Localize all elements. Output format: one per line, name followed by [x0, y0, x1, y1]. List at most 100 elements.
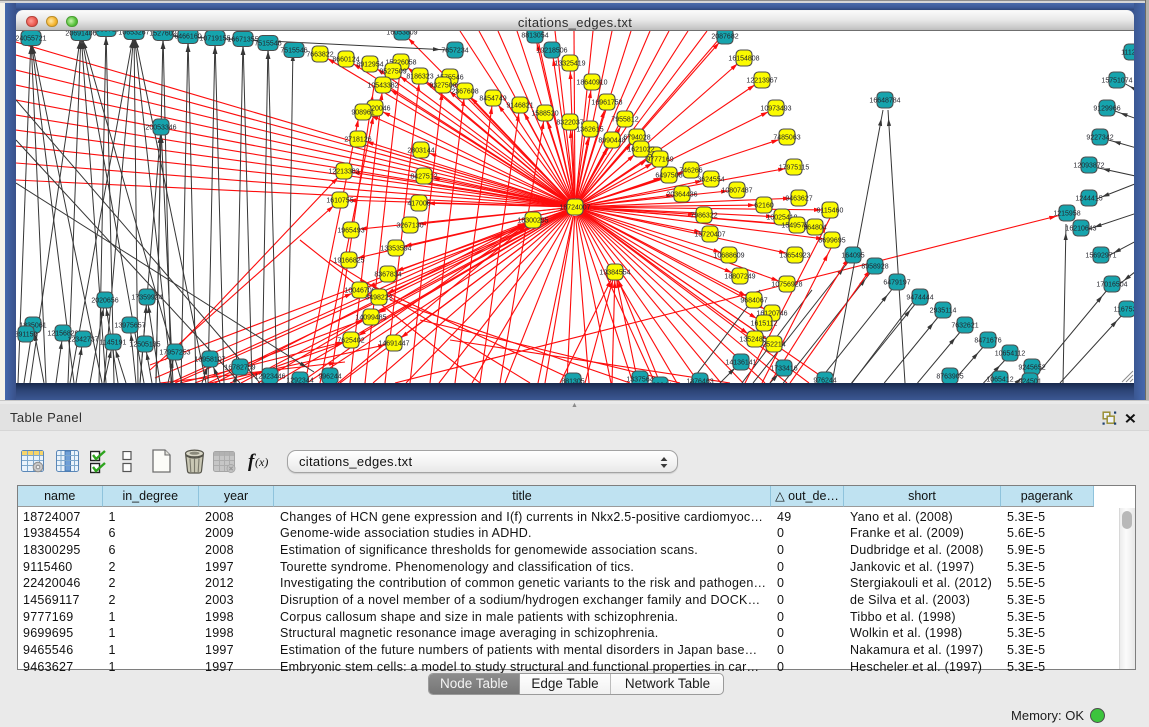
svg-text:20364436: 20364436 [666, 191, 697, 198]
svg-text:14099485: 14099485 [355, 314, 386, 321]
svg-text:1621022: 1621022 [627, 146, 654, 153]
svg-text:16961758: 16961758 [591, 99, 622, 106]
svg-text:2367608: 2367608 [451, 88, 478, 95]
svg-text:1610755: 1610755 [326, 197, 353, 204]
svg-text:9684067: 9684067 [740, 297, 767, 304]
svg-text:13353594: 13353594 [380, 245, 411, 252]
svg-text:7485063: 7485063 [773, 134, 800, 141]
svg-text:12505135: 12505135 [129, 341, 160, 348]
svg-text:6479197: 6479197 [883, 279, 910, 286]
svg-text:1167531: 1167531 [1114, 306, 1134, 313]
svg-text:976244: 976244 [813, 377, 836, 383]
svg-text:16154808: 16154808 [728, 55, 759, 62]
svg-text:20053346: 20053346 [145, 124, 176, 131]
svg-text:7986322: 7986322 [690, 212, 717, 219]
svg-text:964804: 964804 [803, 224, 826, 231]
svg-text:18300295: 18300295 [517, 217, 548, 224]
svg-text:19218506: 19218506 [536, 47, 567, 54]
svg-text:12923446: 12923446 [254, 373, 285, 380]
svg-text:3267130: 3267130 [396, 222, 423, 229]
svg-text:(x): (x) [255, 455, 268, 469]
svg-text:6466160: 6466160 [174, 33, 201, 40]
svg-text:10958107: 10958107 [194, 356, 225, 363]
svg-text:1903719: 1903719 [92, 31, 119, 33]
svg-text:10688609: 10688609 [713, 252, 744, 259]
svg-text:8990448: 8990448 [598, 137, 625, 144]
svg-text:13975657: 13975657 [114, 322, 145, 329]
svg-text:18807249: 18807249 [724, 273, 755, 280]
svg-text:1145191: 1145191 [100, 339, 127, 346]
svg-text:8912954: 8912954 [356, 61, 383, 68]
svg-text:19384554: 19384554 [599, 269, 630, 276]
svg-text:1527602: 1527602 [149, 31, 176, 37]
svg-text:24055721: 24055721 [16, 35, 47, 42]
svg-text:1965493: 1965493 [337, 227, 364, 234]
svg-text:8958928: 8958928 [861, 263, 888, 270]
svg-text:9115460: 9115460 [817, 207, 844, 214]
svg-text:17975115: 17975115 [779, 164, 810, 171]
svg-text:16782759: 16782759 [224, 364, 255, 371]
svg-text:9777169: 9777169 [646, 156, 673, 163]
svg-text:746266: 746266 [679, 167, 702, 174]
svg-text:2803144: 2803144 [407, 147, 434, 154]
svg-text:2935114: 2935114 [930, 307, 957, 314]
svg-text:9245652: 9245652 [1018, 364, 1045, 371]
svg-text:8454749: 8454749 [479, 95, 506, 102]
svg-text:7955812: 7955812 [611, 116, 638, 123]
svg-text:15751074: 15751074 [1101, 77, 1132, 84]
svg-text:8186323: 8186323 [406, 73, 433, 80]
svg-text:10807487: 10807487 [721, 187, 752, 194]
svg-text:62160: 62160 [754, 202, 774, 209]
svg-text:9227342: 9227342 [1086, 134, 1113, 141]
svg-text:1215958: 1215958 [1053, 210, 1080, 217]
svg-text:132044: 132044 [648, 382, 671, 383]
svg-text:16053809: 16053809 [386, 31, 417, 36]
svg-text:881305: 881305 [561, 378, 584, 383]
svg-text:3498222: 3498222 [365, 294, 392, 301]
svg-text:19166825: 19166825 [333, 257, 364, 264]
svg-text:1065412: 1065412 [986, 376, 1013, 383]
svg-text:18724007: 18724007 [559, 204, 590, 211]
svg-text:8322037: 8322037 [556, 119, 583, 126]
svg-text:9146821: 9146821 [506, 102, 533, 109]
svg-text:417006: 417006 [407, 200, 430, 207]
svg-text:12093872: 12093872 [1073, 162, 1104, 169]
svg-text:14136141: 14136141 [725, 359, 756, 366]
svg-text:1376463: 1376463 [686, 378, 713, 383]
svg-text:7663822: 7663822 [306, 51, 333, 58]
svg-text:9527509: 9527509 [379, 68, 406, 75]
svg-text:996244: 996244 [318, 373, 341, 380]
svg-text:8813054: 8813054 [521, 32, 548, 39]
svg-text:12213383: 12213383 [328, 168, 359, 175]
svg-text:1244415: 1244415 [1075, 195, 1102, 202]
svg-text:3624554: 3624554 [697, 176, 724, 183]
svg-text:924501: 924501 [1018, 378, 1041, 383]
svg-text:8471676: 8471676 [974, 337, 1001, 344]
svg-text:1588520: 1588520 [531, 110, 558, 117]
svg-text:10654112: 10654112 [995, 350, 1026, 357]
svg-text:10719155: 10719155 [199, 35, 230, 42]
svg-text:111211: 111211 [1121, 49, 1134, 56]
svg-text:10973493: 10973493 [760, 105, 791, 112]
svg-text:1362615: 1362615 [576, 126, 603, 133]
svg-text:12342737: 12342737 [67, 336, 98, 343]
svg-text:10543382: 10543382 [367, 82, 398, 89]
svg-text:8763905: 8763905 [936, 373, 963, 380]
svg-text:8699695: 8699695 [818, 237, 845, 244]
svg-text:7625402: 7625402 [337, 337, 364, 344]
svg-text:7515546: 7515546 [280, 47, 307, 54]
svg-text:1733416: 1733416 [770, 365, 797, 372]
svg-text:2020656: 2020656 [91, 297, 118, 304]
svg-text:6794028: 6794028 [623, 134, 650, 141]
svg-text:7632621: 7632621 [951, 322, 978, 329]
svg-text:17359924: 17359924 [131, 294, 162, 301]
svg-text:16210643: 16210643 [1065, 225, 1096, 232]
svg-text:9463627: 9463627 [785, 195, 812, 202]
svg-text:16648784: 16648784 [869, 97, 900, 104]
svg-text:1615112: 1615112 [751, 320, 778, 327]
svg-text:7857234: 7857234 [441, 47, 468, 54]
svg-text:8367834: 8367834 [374, 271, 401, 278]
svg-text:9474444: 9474444 [906, 294, 933, 301]
svg-text:1292344: 1292344 [286, 377, 313, 383]
svg-text:13325419: 13325419 [554, 60, 585, 67]
